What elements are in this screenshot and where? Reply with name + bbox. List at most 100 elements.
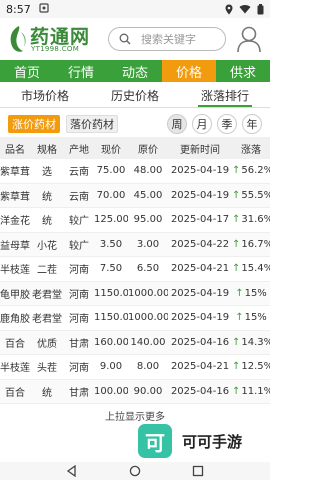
table-header: 品名 规格 产地 现价 原价 更新时间 涨落: [0, 137, 270, 159]
back-icon[interactable]: [66, 465, 78, 477]
arrow-up-icon: ↑: [232, 189, 241, 201]
cell-origin: 较广: [69, 216, 89, 228]
cell-origin: 甘肃: [69, 338, 89, 350]
nav-item-supply[interactable]: 供求: [216, 60, 270, 82]
cell-name: 紫草茸: [0, 191, 30, 203]
period-week-button[interactable]: 周: [167, 114, 187, 134]
logo-url: YT1998.COM: [31, 45, 80, 53]
app-header: 药通网 YT1998.COM 搜索关键字: [0, 18, 270, 60]
recents-icon[interactable]: [192, 465, 204, 477]
col-name: 品名: [5, 144, 25, 156]
period-month-button[interactable]: 月: [192, 114, 212, 134]
user-profile-button[interactable]: [236, 25, 262, 53]
falling-herbs-button[interactable]: 落价药材: [66, 115, 118, 133]
change-value: 15%: [244, 312, 267, 324]
table-row[interactable]: 鹿角胶老君堂河南1150.001000.002025-04-19↑15%: [0, 306, 270, 331]
period-quarter-button[interactable]: 季: [217, 114, 237, 134]
load-more-hint: 上拉显示更多: [105, 412, 165, 423]
cell-spec: 老君堂: [32, 289, 62, 301]
table-row[interactable]: 紫草茸统 云南 70.00 45.00 2025-04-19 ↑55.5%: [0, 183, 270, 208]
wifi-icon: [239, 4, 251, 14]
ranking-table: 品名 规格 产地 现价 原价 更新时间 涨落 紫草茸选云南 75.00 48.00 2…: [0, 137, 270, 404]
cell-name: 紫草茸: [0, 167, 30, 179]
table-row[interactable]: 洋金花统 较广 125.00 95.00 2025-04-17 ↑31.6%: [0, 208, 270, 233]
cell-current-price: 7.50: [99, 263, 123, 275]
arrow-up-icon: ↑: [235, 287, 244, 299]
cell-name: 益母草: [0, 240, 30, 252]
nav-item-news[interactable]: 动态: [108, 60, 162, 82]
change-value: 14.3%: [241, 336, 270, 348]
status-time: 8:57: [6, 2, 31, 16]
cell-spec: 优质: [37, 338, 57, 350]
cell-change: ↑16.7%: [232, 239, 270, 250]
cell-current-price: 3.50: [99, 238, 123, 250]
cell-spec: 头茬: [37, 363, 57, 375]
cell-spec: 统: [42, 387, 52, 399]
cell-origin: 云南: [69, 167, 89, 179]
price-tabs: 市场价格 历史价格 涨落排行: [0, 84, 270, 108]
site-logo[interactable]: 药通网 YT1998.COM: [8, 22, 94, 56]
cell-original-price: 8.00: [136, 361, 160, 373]
table-row[interactable]: 百合 统 甘肃 100.00 90.00 2025-04-16 ↑11.1%: [0, 379, 270, 404]
nav-item-home[interactable]: 首页: [0, 60, 54, 82]
cell-spec: 统: [42, 216, 52, 228]
tab-history-price[interactable]: 历史价格: [90, 84, 180, 107]
user-icon: [237, 26, 261, 53]
change-value: 56.2%: [241, 165, 270, 177]
tab-change-ranking[interactable]: 涨落排行: [180, 84, 270, 107]
table-row[interactable]: 半枝莲 二茬 河南 7.50 6.50 2025-04-21 ↑15.4%: [0, 257, 270, 282]
nav-item-price[interactable]: 价格: [162, 60, 216, 82]
change-value: 15.4%: [241, 263, 270, 275]
cell-current-price: 160.00: [94, 336, 128, 348]
cell-origin: 云南: [69, 191, 89, 203]
search-input[interactable]: 搜索关键字: [108, 27, 226, 51]
change-value: 55.5%: [241, 189, 270, 201]
table-row[interactable]: 益母草 小花 较广 3.50 3.00 2025-04-22 ↑16.7%: [0, 232, 270, 257]
cell-update-time: 2025-04-16: [170, 336, 230, 348]
cell-origin: 河南: [69, 314, 89, 326]
arrow-up-icon: ↑: [232, 238, 241, 250]
cell-update-time: 2025-04-19: [170, 312, 230, 324]
watermark-text: 可可手游: [182, 433, 243, 451]
cell-original-price: 90.00: [133, 385, 163, 397]
cell-change: ↑14.3%: [232, 337, 270, 348]
arrow-up-icon: ↑: [232, 165, 241, 177]
cell-update-time: 2025-04-19: [170, 189, 230, 201]
cell-current-price: 75.00: [96, 165, 126, 177]
rising-herbs-button[interactable]: 涨价药材: [8, 115, 60, 133]
cell-current-price: 100.00: [94, 385, 128, 397]
arrow-up-icon: ↑: [235, 312, 244, 324]
cell-original-price: 48.00: [133, 165, 163, 177]
watermark: 可 可可手游: [138, 424, 266, 462]
change-value: 15%: [244, 287, 267, 299]
ranking-filters: 涨价药材 落价药材 周 月 季 年: [0, 110, 270, 138]
cell-update-time: 2025-04-22: [170, 238, 230, 250]
table-body: 紫草茸选云南 75.00 48.00 2025-04-19 ↑56.2% 紫草茸统云南 70…: [0, 159, 270, 404]
home-icon[interactable]: [129, 465, 141, 477]
cell-name: 龟甲胶: [0, 289, 30, 301]
col-original-price: 原价: [138, 144, 158, 156]
search-placeholder: 搜索关键字: [141, 33, 196, 46]
nav-item-market[interactable]: 行情: [54, 60, 108, 82]
period-year-button[interactable]: 年: [242, 114, 262, 134]
tab-market-price[interactable]: 市场价格: [0, 84, 90, 107]
cell-original-price: 95.00: [133, 214, 163, 226]
table-row[interactable]: 半枝莲 头茬 河南 9.00 8.00 2025-04-21 ↑12.5%: [0, 355, 270, 380]
col-origin: 产地: [69, 144, 89, 156]
cell-change: ↑15%: [232, 312, 270, 323]
system-nav-bar: [0, 462, 270, 480]
cell-update-time: 2025-04-16: [170, 385, 230, 397]
table-row[interactable]: 龟甲胶老君堂河南1150.001000.002025-04-19↑15%: [0, 281, 270, 306]
cell-name: 半枝莲: [0, 265, 30, 277]
cell-change: ↑56.2%: [232, 165, 270, 176]
cell-change: ↑55.5%: [232, 190, 270, 201]
table-row[interactable]: 百合 优质 甘肃 160.00 140.00 2025-04-16 ↑14.3%: [0, 330, 270, 355]
cell-current-price: 9.00: [99, 361, 123, 373]
arrow-up-icon: ↑: [232, 336, 241, 348]
arrow-up-icon: ↑: [232, 214, 241, 226]
cell-origin: 河南: [69, 289, 89, 301]
cell-current-price: 125.00: [94, 214, 128, 226]
change-value: 31.6%: [241, 214, 270, 226]
arrow-up-icon: ↑: [232, 385, 241, 397]
table-row[interactable]: 紫草茸选 云南 75.00 48.00 2025-04-19 ↑56.2%: [0, 159, 270, 184]
